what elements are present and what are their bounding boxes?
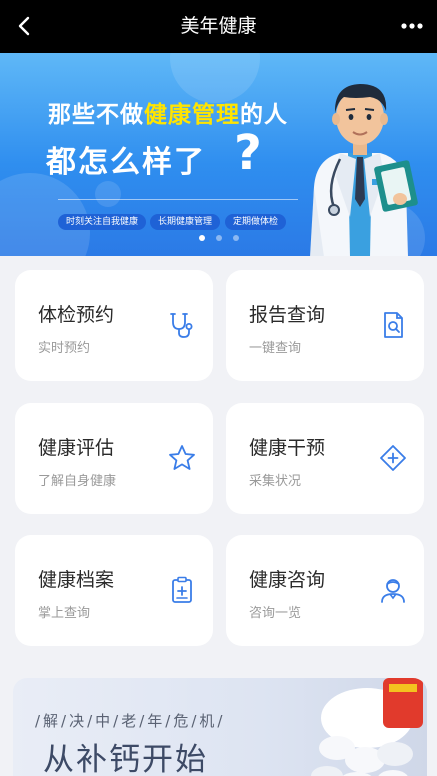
card-title: 报告查询 (249, 304, 326, 326)
card-title: 健康档案 (38, 569, 115, 591)
carousel-dot[interactable] (232, 235, 239, 241)
card-health-intervention[interactable]: 健康干预 采集状况 (226, 403, 424, 514)
doctor-illustration (310, 84, 418, 256)
card-title: 体检预约 (38, 304, 115, 326)
banner-headline-2: 都怎么样了 (46, 145, 206, 180)
promo-subtitle: /解/决/中/老/年/危/机/ (35, 712, 226, 730)
card-subtitle: 掌上查询 (38, 606, 91, 621)
banner-headline-1: 那些不做健康管理的人 (48, 102, 288, 128)
more-dots-icon (401, 23, 423, 29)
promo-banner[interactable]: /解/决/中/老/年/危/机/ 从补钙开始 (13, 678, 427, 776)
banner-tag: 长期健康管理 (150, 214, 221, 230)
carousel-indicators (0, 235, 437, 241)
banner-highlight: 健康管理 (144, 102, 240, 128)
banner-carousel[interactable]: 那些不做健康管理的人 都怎么样了 ? 时刻关注自我健康 长期健康管理 定期做体检 (0, 53, 437, 256)
card-subtitle: 一键查询 (249, 341, 302, 356)
star-icon (169, 445, 195, 470)
banner-question-mark: ? (234, 125, 262, 181)
carousel-dot-active[interactable] (198, 235, 205, 241)
card-subtitle: 实时预约 (38, 341, 91, 356)
card-checkup-booking[interactable]: 体检预约 实时预约 (15, 270, 213, 381)
clipboard-plus-icon (172, 576, 192, 603)
more-button[interactable] (397, 12, 427, 40)
carousel-dot[interactable] (215, 235, 222, 241)
card-report-query[interactable]: 报告查询 一键查询 (226, 270, 424, 381)
banner-tag: 定期做体检 (225, 214, 287, 230)
card-title: 健康评估 (38, 437, 115, 459)
card-health-records[interactable]: 健康档案 掌上查询 (15, 535, 213, 646)
banner-tag: 时刻关注自我健康 (58, 214, 147, 230)
stethoscope-icon (170, 313, 193, 338)
report-search-icon (384, 312, 403, 338)
card-health-consultation[interactable]: 健康咨询 咨询一览 (226, 535, 424, 646)
card-title: 健康干预 (249, 437, 326, 459)
card-subtitle: 了解自身健康 (38, 474, 117, 489)
banner-divider (58, 199, 298, 200)
calcium-bottle-image (311, 678, 423, 776)
card-subtitle: 咨询一览 (249, 606, 302, 621)
medical-plus-icon (380, 445, 406, 471)
promo-title: 从补钙开始 (43, 742, 208, 776)
card-title: 健康咨询 (249, 569, 326, 591)
navbar: 美年健康 (0, 0, 437, 53)
card-subtitle: 采集状况 (249, 474, 302, 489)
page-title: 美年健康 (180, 15, 257, 37)
doctor-icon (381, 579, 405, 603)
card-health-assessment[interactable]: 健康评估 了解自身健康 (15, 403, 213, 514)
